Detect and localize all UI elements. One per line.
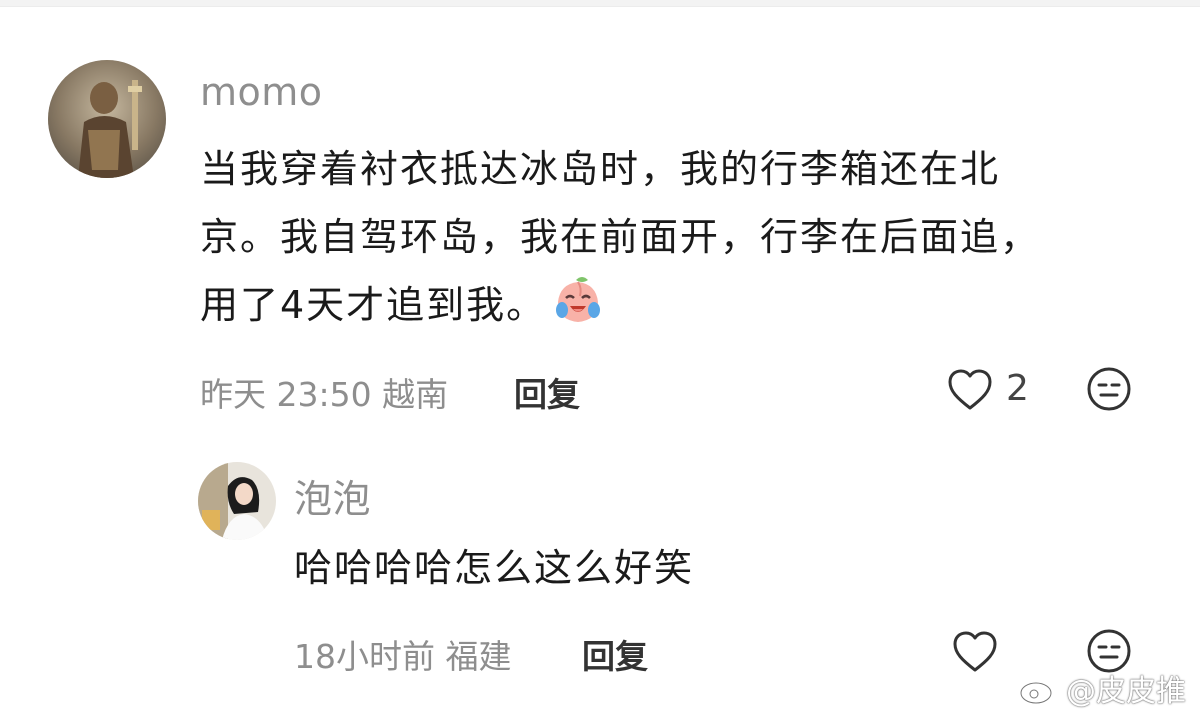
neutral-face-icon [1087, 367, 1131, 411]
avatar[interactable] [48, 60, 166, 178]
reply-button[interactable]: 回复 [514, 368, 580, 416]
dislike-button[interactable] [1086, 366, 1132, 412]
avatar[interactable] [198, 462, 276, 540]
crying-laughing-peach-emoji-icon [552, 274, 604, 347]
comment-text: 哈哈哈哈怎么这么好笑 [294, 546, 695, 590]
watermark-text: @皮皮推 [1066, 674, 1186, 709]
heart-icon [948, 369, 992, 410]
comment-meta: 18小时前 福建 [294, 630, 512, 678]
heart-icon [953, 631, 997, 672]
comment-text-line: 当我穿着衬衣抵达冰岛时，我的行李箱还在北 [200, 147, 1001, 191]
comment-text-line-text: 用了4天才追到我。 [200, 283, 547, 327]
comment-time: 18小时前 [294, 637, 435, 676]
username[interactable]: 泡泡 [294, 468, 371, 523]
avatar-image [48, 60, 166, 178]
comment-text: 当我穿着衬衣抵达冰岛时，我的行李箱还在北 京。我自驾环岛，我在前面开，行李在后面… [200, 135, 1180, 347]
top-divider [0, 0, 1200, 7]
like-button[interactable] [947, 368, 993, 412]
username[interactable]: momo [200, 70, 323, 114]
weibo-logo-icon [1019, 673, 1057, 705]
avatar-image [198, 462, 276, 540]
like-count: 2 [1006, 368, 1029, 409]
comment-location: 越南 [382, 375, 449, 414]
comment-time: 昨天 23:50 [200, 375, 372, 414]
comment-location: 福建 [445, 637, 512, 676]
watermark: @皮皮推 [1018, 666, 1186, 710]
comment-meta: 昨天 23:50 越南 [200, 368, 448, 416]
comment-text-line: 用了4天才追到我。 [200, 271, 1180, 347]
comment-text-line: 京。我自驾环岛，我在前面开，行李在后面追， [200, 215, 1041, 259]
reply-button[interactable]: 回复 [582, 630, 648, 678]
like-button[interactable] [952, 630, 998, 674]
